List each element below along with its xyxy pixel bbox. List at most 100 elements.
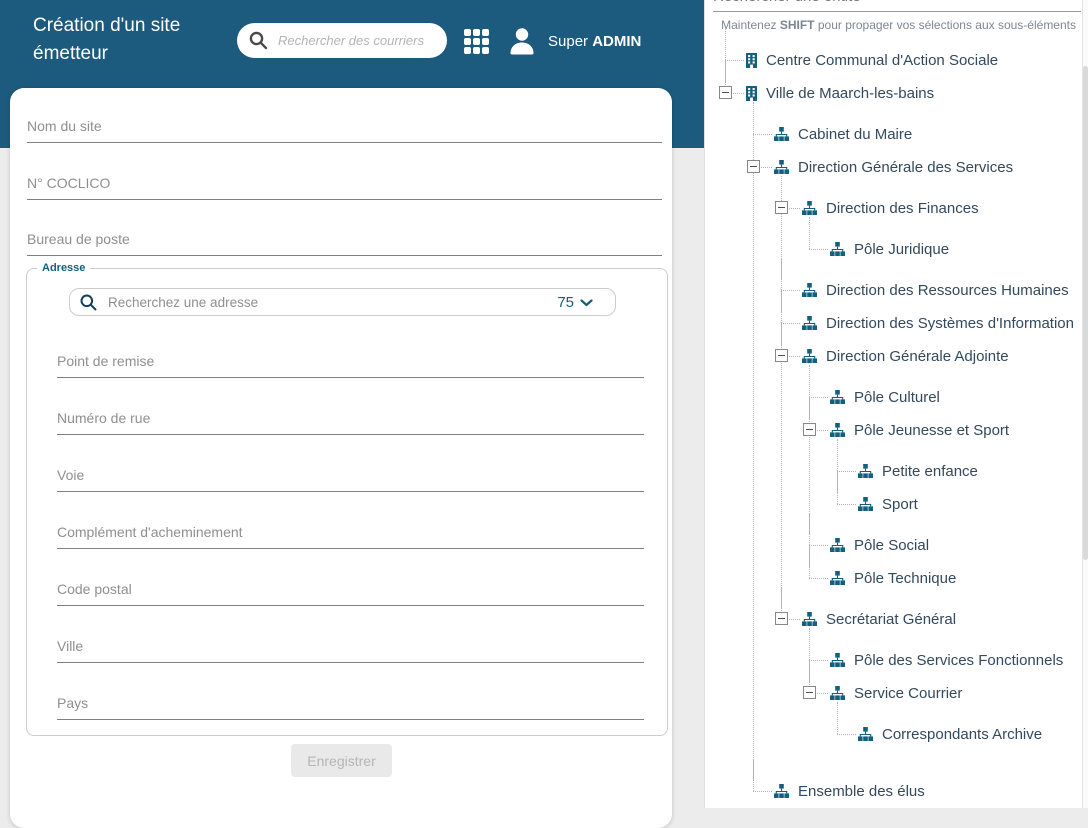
tree-node-row[interactable]: Direction des Ressources Humaines — [802, 278, 1078, 302]
tree-node-row[interactable]: Service Courrier — [803, 681, 1078, 705]
voie-input[interactable] — [57, 463, 644, 492]
search-icon — [249, 31, 268, 50]
tree-node-label[interactable]: Sport — [882, 496, 918, 513]
sitemap-icon — [858, 464, 873, 478]
tree-node-label[interactable]: Ensemble des élus — [798, 783, 925, 800]
tree-branch: Correspondants Archive — [830, 702, 1078, 754]
panel-scrollbar[interactable] — [1082, 0, 1088, 808]
tree-node-label[interactable]: Ville de Maarch-les-bains — [766, 85, 934, 102]
mail-search-input[interactable] — [276, 32, 437, 49]
tree-node-row[interactable]: Pôle Jeunesse et Sport — [803, 418, 1078, 442]
tree-node-row[interactable]: Ensemble des élus — [774, 779, 1078, 803]
tree-node-label[interactable]: Service Courrier — [854, 685, 962, 702]
apps-grid-icon[interactable] — [464, 29, 489, 54]
address-search-input[interactable] — [106, 293, 558, 311]
tree-node-label[interactable]: Pôle Technique — [854, 570, 956, 587]
department-select[interactable]: 75 — [557, 294, 605, 311]
address-legend: Adresse — [42, 262, 86, 274]
numero-de-rue-input[interactable] — [57, 406, 644, 435]
entity-search-field — [713, 0, 1081, 12]
tree-branch: Direction des Finances Pôle Juridique Dire… — [774, 176, 1078, 770]
tree-node-row[interactable]: Pôle Culturel — [830, 385, 1078, 409]
nom-du-site-input[interactable] — [27, 114, 662, 143]
department-value: 75 — [557, 293, 574, 311]
tree-node-row[interactable]: Cabinet du Maire — [774, 122, 1078, 146]
tree-node: Direction des Ressources Humaines — [781, 258, 1078, 312]
collapse-toggle-minus[interactable] — [775, 612, 788, 625]
tree-node-row[interactable]: Direction des Systèmes d'Information — [802, 311, 1078, 335]
save-button[interactable]: Enregistrer — [291, 744, 392, 777]
complement-acheminement-input[interactable] — [57, 520, 644, 549]
shift-hint: Maintenez SHIFT pour propager vos sélect… — [721, 18, 1076, 32]
tree-node-label[interactable]: Petite enfance — [882, 463, 978, 480]
tree-node-row[interactable]: Sport — [858, 492, 1078, 516]
tree-node: Direction des Finances Pôle Juridique — [775, 176, 1078, 279]
field-point-de-remise — [57, 349, 644, 378]
tree-node-label[interactable]: Pôle Social — [854, 537, 929, 554]
tree-node-label[interactable]: Pôle Jeunesse et Sport — [854, 422, 1009, 439]
field-bureau-de-poste — [27, 227, 662, 256]
tree-node-row[interactable]: Secrétariat Général — [775, 607, 1078, 631]
tree-node-row[interactable]: Direction Générale des Services — [747, 155, 1078, 179]
code-postal-input[interactable] — [57, 577, 644, 606]
tree-node-label[interactable]: Pôle Culturel — [854, 389, 940, 406]
address-search-bar: 75 — [69, 288, 616, 316]
field-nom-du-site — [27, 114, 662, 143]
field-ville — [57, 634, 644, 663]
tree-branch: Pôle Culturel Pôle Jeunesse et Sport Petit… — [802, 365, 1078, 598]
tree-node: Secrétariat Général Pôle des Services Fon… — [775, 587, 1078, 762]
ville-input[interactable] — [57, 634, 644, 663]
tree-node-label[interactable]: Direction des Ressources Humaines — [826, 282, 1069, 299]
bureau-de-poste-input[interactable] — [27, 227, 662, 256]
sitemap-icon — [830, 423, 845, 437]
sitemap-icon — [830, 538, 845, 552]
tree-node-label[interactable]: Pôle des Services Fonctionnels — [854, 652, 1063, 669]
field-numero-de-rue — [57, 406, 644, 435]
sitemap-icon — [802, 349, 817, 363]
sitemap-icon — [774, 127, 789, 141]
coclico-input[interactable] — [27, 171, 662, 200]
scrollbar-thumb[interactable] — [1083, 66, 1088, 560]
tree-node: Pôle Social — [809, 513, 1078, 567]
tree-node-row[interactable]: Pôle Technique — [830, 566, 1078, 590]
tree-node-row[interactable]: Petite enfance — [858, 459, 1078, 483]
entity-tree: Centre Communal d'Action Sociale Ville de… — [713, 28, 1078, 808]
collapse-toggle-minus[interactable] — [803, 686, 816, 699]
tree-node: Pôle Culturel — [809, 365, 1078, 419]
tree-node-row[interactable]: Pôle Juridique — [830, 237, 1078, 261]
tree-node-row[interactable]: Direction Générale Adjointe — [775, 344, 1078, 368]
search-icon — [80, 294, 97, 311]
sitemap-icon — [830, 653, 845, 667]
tree-node-row[interactable]: Ville de Maarch-les-bains — [719, 81, 1078, 105]
tree-node-label[interactable]: Direction Générale des Services — [798, 159, 1013, 176]
tree-node-label[interactable]: Correspondants Archive — [882, 726, 1042, 743]
tree-branch: Pôle Juridique — [802, 217, 1078, 269]
tree-node-label[interactable]: Direction des Finances — [826, 200, 979, 217]
tree-node: Correspondants Archive — [837, 702, 1078, 746]
tree-node-label[interactable]: Centre Communal d'Action Sociale — [766, 52, 998, 69]
collapse-toggle-minus[interactable] — [775, 201, 788, 214]
tree-node-label[interactable]: Direction des Systèmes d'Information — [826, 315, 1074, 332]
tree-node-row[interactable]: Correspondants Archive — [858, 722, 1078, 746]
tree-node-label[interactable]: Secrétariat Général — [826, 611, 956, 628]
tree-node-row[interactable]: Centre Communal d'Action Sociale — [746, 48, 1078, 72]
tree-node-label[interactable]: Cabinet du Maire — [798, 126, 912, 143]
tree-node: Service Courrier Correspondants Archive — [803, 661, 1078, 754]
collapse-toggle-minus[interactable] — [803, 423, 816, 436]
user-icon[interactable] — [506, 25, 538, 57]
building-icon — [746, 85, 757, 101]
tree-node-row[interactable]: Direction des Finances — [775, 196, 1078, 220]
tree-node-label[interactable]: Direction Générale Adjointe — [826, 348, 1009, 365]
point-de-remise-input[interactable] — [57, 349, 644, 378]
collapse-toggle-minus[interactable] — [747, 160, 760, 173]
tree-node-label[interactable]: Pôle Juridique — [854, 241, 949, 258]
tree-node-row[interactable]: Pôle des Services Fonctionnels — [830, 648, 1078, 672]
collapse-toggle-minus[interactable] — [775, 349, 788, 362]
field-coclico — [27, 171, 662, 200]
entity-search-input[interactable] — [713, 0, 1081, 12]
collapse-toggle-minus[interactable] — [719, 86, 732, 99]
tree-node-row[interactable]: Pôle Social — [830, 533, 1078, 557]
current-user-label[interactable]: Super ADMIN — [548, 33, 641, 50]
sitemap-icon — [802, 612, 817, 626]
pays-input[interactable] — [57, 691, 644, 720]
